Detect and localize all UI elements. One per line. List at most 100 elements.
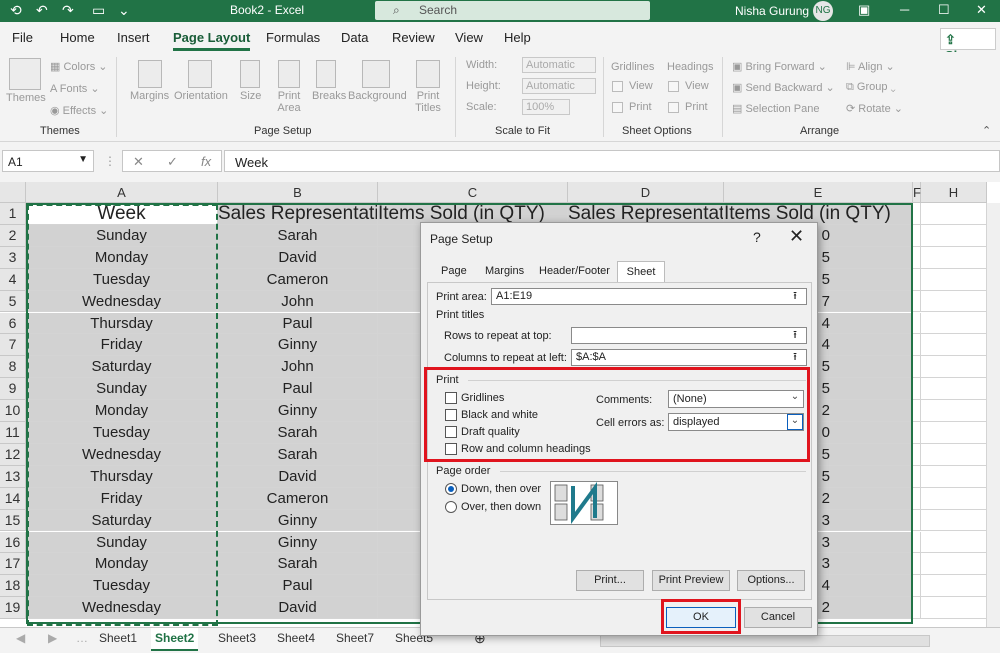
column-header-c[interactable]: C xyxy=(378,182,568,203)
dialog-tab-margins[interactable]: Margins xyxy=(485,265,524,283)
table-cell[interactable]: Saturday xyxy=(26,509,218,532)
table-cell[interactable]: Cameron xyxy=(218,268,378,291)
effects-button[interactable]: ◉ Effects ⌄ xyxy=(50,104,108,117)
down-then-over-radio[interactable] xyxy=(445,483,457,495)
table-cell[interactable]: Ginny xyxy=(218,334,378,357)
row-header[interactable]: 13 xyxy=(0,465,26,488)
fonts-button[interactable]: A Fonts ⌄ xyxy=(50,82,100,95)
table-cell[interactable]: Thursday xyxy=(26,312,218,335)
cancel-icon[interactable]: ✕ xyxy=(133,154,144,170)
table-cell[interactable] xyxy=(921,553,987,576)
table-cell[interactable] xyxy=(921,465,987,488)
row-header[interactable]: 9 xyxy=(0,378,26,401)
avatar[interactable]: NG xyxy=(813,1,833,21)
table-cell[interactable]: Sarah xyxy=(218,224,378,247)
table-cell[interactable]: Paul xyxy=(218,312,378,335)
select-all-corner[interactable] xyxy=(0,182,26,203)
row-header[interactable]: 15 xyxy=(0,509,26,532)
collapse-dialog-icon[interactable]: ⭱ xyxy=(786,328,804,343)
user-name[interactable]: Nisha Gurung xyxy=(735,4,809,18)
formula-bar-resize-icon[interactable]: ⋮ xyxy=(104,154,116,168)
close-icon[interactable]: ✕ xyxy=(789,226,804,247)
rows-repeat-field[interactable] xyxy=(571,327,807,344)
sheet-more-icon[interactable]: … xyxy=(72,631,92,645)
maximize-icon[interactable]: ☐ xyxy=(938,2,950,18)
table-cell[interactable]: Tuesday xyxy=(26,422,218,444)
print-area-field[interactable]: A1:E19 xyxy=(491,288,807,305)
table-cell[interactable] xyxy=(913,312,921,335)
table-cell[interactable] xyxy=(921,224,987,247)
table-cell[interactable] xyxy=(921,422,987,444)
table-cell[interactable]: John xyxy=(218,356,378,379)
tab-data[interactable]: Data xyxy=(341,30,368,45)
row-header[interactable]: 16 xyxy=(0,531,26,554)
send-backward-button[interactable]: ▣ Send Backward ⌄ xyxy=(732,81,835,94)
table-cell[interactable] xyxy=(913,575,921,598)
autosave-icon[interactable]: ⟲ xyxy=(10,2,22,19)
background-icon[interactable] xyxy=(362,60,390,88)
row-header[interactable]: 7 xyxy=(0,334,26,357)
column-header-f[interactable]: F xyxy=(913,182,921,203)
column-header-d[interactable]: D xyxy=(568,182,724,203)
row-header[interactable]: 18 xyxy=(0,575,26,598)
sheet-tab-7[interactable]: Sheet7 xyxy=(332,631,378,645)
table-cell[interactable] xyxy=(913,224,921,247)
table-cell[interactable]: Monday xyxy=(26,400,218,422)
table-cell[interactable] xyxy=(913,509,921,532)
collapse-dialog-icon[interactable]: ⭱ xyxy=(786,289,804,304)
sheet-tab-1[interactable]: Sheet1 xyxy=(95,631,141,645)
table-cell[interactable] xyxy=(921,356,987,379)
print-button[interactable]: Print... xyxy=(576,570,644,591)
size-button[interactable]: Size xyxy=(240,90,261,102)
table-cell[interactable] xyxy=(913,203,921,225)
search-box[interactable]: ⌕ Search xyxy=(375,1,650,20)
tab-view[interactable]: View xyxy=(455,30,483,45)
table-cell[interactable] xyxy=(913,378,921,401)
print-titles-button[interactable]: Print Titles xyxy=(412,90,444,114)
table-cell[interactable] xyxy=(921,312,987,335)
table-cell[interactable]: Sarah xyxy=(218,443,378,466)
gridlines-checkbox[interactable] xyxy=(445,392,457,404)
table-cell[interactable]: Tuesday xyxy=(26,268,218,291)
table-cell[interactable] xyxy=(913,422,921,444)
draft-quality-checkbox[interactable] xyxy=(445,426,457,438)
table-cell[interactable] xyxy=(921,509,987,532)
table-cell[interactable]: Saturday xyxy=(26,356,218,379)
prev-sheet-icon[interactable]: ◀ xyxy=(12,631,29,645)
table-cell[interactable] xyxy=(921,203,987,225)
horizontal-scrollbar[interactable] xyxy=(600,635,930,647)
table-cell[interactable] xyxy=(921,597,987,620)
width-dropdown[interactable]: Automatic xyxy=(522,57,596,73)
column-header-b[interactable]: B xyxy=(218,182,378,203)
cols-repeat-field[interactable]: $A:$A xyxy=(571,349,807,366)
new-file-icon[interactable]: ▭ xyxy=(92,2,105,19)
sheet-tab-2[interactable]: Sheet2 xyxy=(151,628,199,651)
table-cell[interactable]: David xyxy=(218,246,378,269)
row-header[interactable]: 2 xyxy=(0,224,26,247)
headings-view-checkbox[interactable] xyxy=(668,81,679,92)
table-cell[interactable] xyxy=(913,290,921,313)
dialog-tab-page[interactable]: Page xyxy=(441,265,467,283)
ribbon-display-icon[interactable]: ▣ xyxy=(858,2,870,18)
table-cell[interactable]: Wednesday xyxy=(26,290,218,313)
colors-button[interactable]: ▦ Colors ⌄ xyxy=(50,60,108,73)
next-sheet-icon[interactable]: ▶ xyxy=(44,631,61,645)
row-col-headings-checkbox[interactable] xyxy=(445,443,457,455)
table-cell[interactable]: Week xyxy=(26,203,218,225)
row-header[interactable]: 17 xyxy=(0,553,26,576)
ok-button[interactable]: OK xyxy=(666,607,736,628)
table-cell[interactable] xyxy=(921,268,987,291)
row-header[interactable]: 12 xyxy=(0,443,26,466)
dialog-tab-header-footer[interactable]: Header/Footer xyxy=(539,265,610,283)
black-white-checkbox[interactable] xyxy=(445,409,457,421)
themes-icon[interactable] xyxy=(9,58,41,90)
group-button[interactable]: ⧉ Group ⌄ xyxy=(846,81,896,94)
column-header-h[interactable]: H xyxy=(921,182,987,203)
comments-select[interactable]: (None) ⌄ xyxy=(668,390,804,408)
row-header[interactable]: 14 xyxy=(0,487,26,510)
table-cell[interactable]: Wednesday xyxy=(26,597,218,620)
gridlines-view-checkbox[interactable] xyxy=(612,81,623,92)
print-area-icon[interactable] xyxy=(278,60,300,88)
table-cell[interactable] xyxy=(921,487,987,510)
print-titles-icon[interactable] xyxy=(416,60,440,88)
